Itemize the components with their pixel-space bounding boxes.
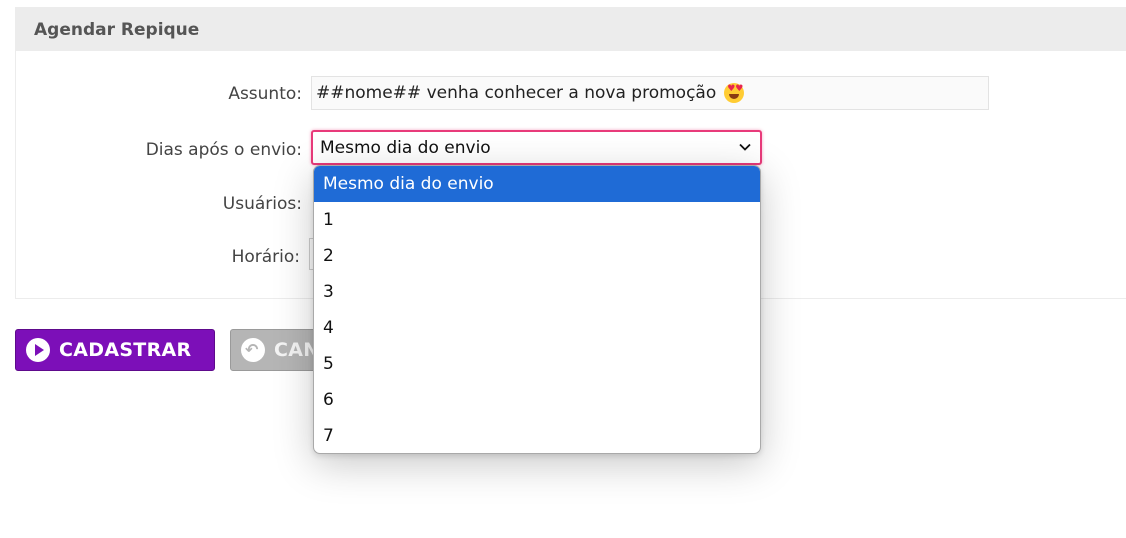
days-after-selected-value: Mesmo dia do envio — [320, 137, 491, 158]
subject-value: ##nome## venha conhecer a nova promoção — [316, 83, 717, 103]
play-circle-icon — [26, 338, 50, 362]
chevron-down-icon — [739, 143, 751, 151]
days-after-dropdown[interactable]: Mesmo dia do envio 1 2 3 4 5 6 7 — [313, 165, 761, 454]
days-after-select[interactable]: Mesmo dia do envio — [311, 130, 762, 165]
dropdown-option[interactable]: 3 — [314, 274, 760, 310]
dropdown-option[interactable]: 2 — [314, 238, 760, 274]
submit-button[interactable]: CADASTRAR — [15, 329, 215, 371]
back-arrow-icon — [241, 338, 265, 362]
days-after-label: Dias após o envio: — [145, 140, 302, 160]
dropdown-option[interactable]: 6 — [314, 382, 760, 418]
panel-title: Agendar Repique — [34, 19, 200, 40]
dropdown-option[interactable]: 4 — [314, 310, 760, 346]
users-label: Usuários: — [222, 194, 302, 214]
submit-button-label: CADASTRAR — [59, 339, 192, 361]
heart-eyes-emoji-icon — [724, 83, 745, 103]
dropdown-option[interactable]: 7 — [314, 418, 760, 453]
subject-label: Assunto: — [228, 84, 302, 104]
dropdown-option[interactable]: Mesmo dia do envio — [314, 166, 760, 202]
dropdown-option[interactable]: 1 — [314, 202, 760, 238]
dropdown-option[interactable]: 5 — [314, 346, 760, 382]
subject-input[interactable]: ##nome## venha conhecer a nova promoção — [311, 76, 989, 110]
time-label: Horário: — [231, 247, 300, 267]
panel-header: Agendar Repique — [16, 8, 1126, 51]
